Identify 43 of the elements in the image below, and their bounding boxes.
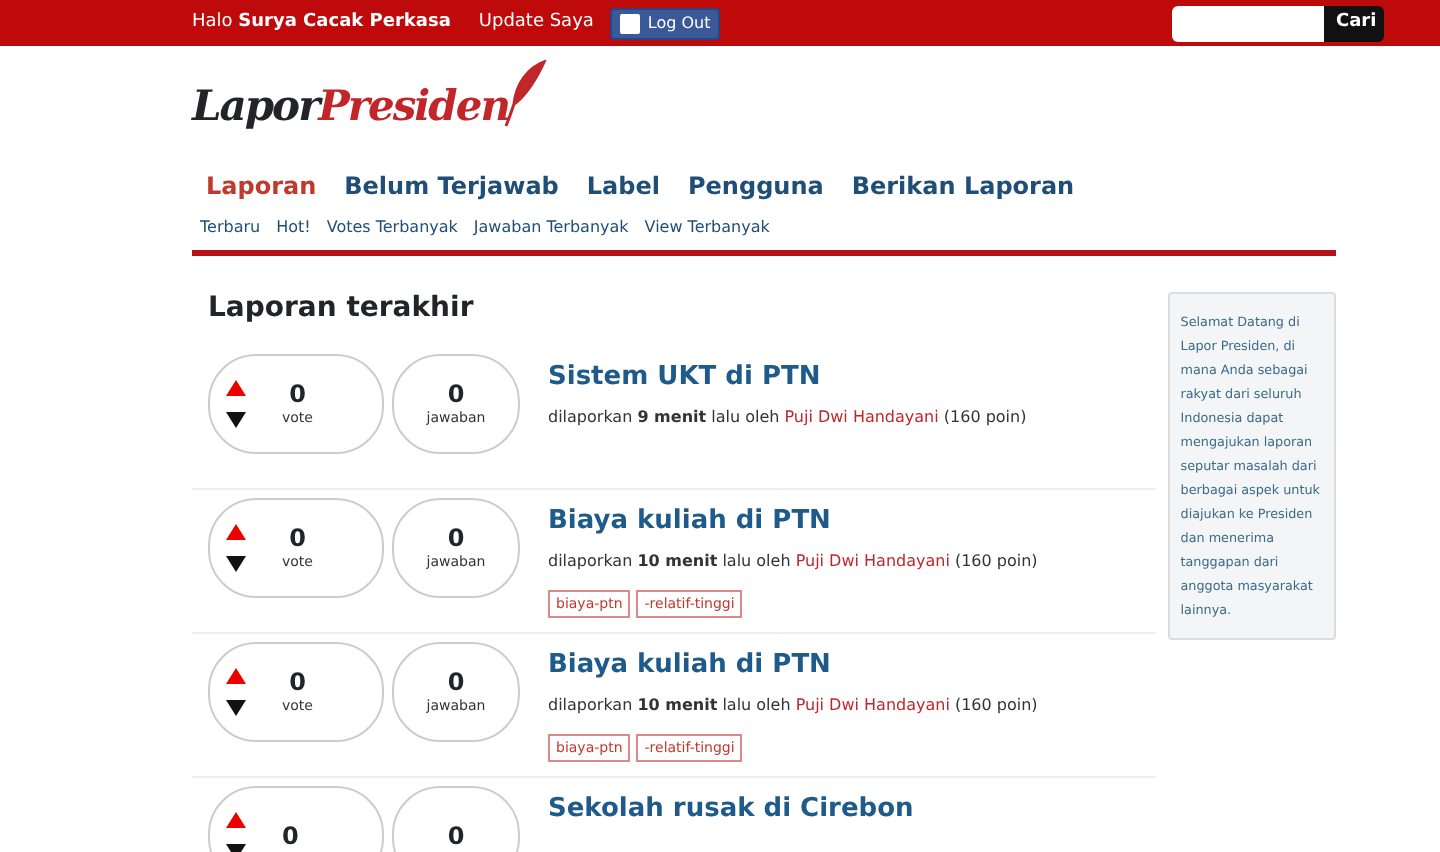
nav-tab[interactable]: Belum Terjawab: [330, 168, 573, 204]
nav-tab[interactable]: Pengguna: [674, 168, 838, 204]
upvote-icon[interactable]: [226, 524, 246, 540]
answer-count: 0: [447, 822, 465, 850]
filter-link[interactable]: Jawaban Terbanyak: [465, 216, 637, 240]
report-title[interactable]: Biaya kuliah di PTN: [548, 502, 1038, 541]
upvote-icon[interactable]: [226, 380, 246, 396]
nav-tab[interactable]: Label: [572, 168, 674, 204]
search-field[interactable]: [1172, 6, 1324, 42]
nav-tab[interactable]: Berikan Laporan: [837, 168, 1089, 204]
upvote-icon[interactable]: [226, 812, 246, 828]
vote-count: 0: [289, 667, 306, 696]
upvote-icon[interactable]: [226, 668, 246, 684]
nav-tab[interactable]: Laporan: [192, 168, 331, 204]
report-title[interactable]: Sistem UKT di PTN: [548, 358, 1027, 397]
filter-link[interactable]: Terbaru: [192, 216, 269, 240]
downvote-icon[interactable]: [226, 412, 246, 428]
answer-count: 0: [447, 523, 465, 552]
author-link[interactable]: Puji Dwi Handayani: [784, 407, 939, 425]
downvote-icon[interactable]: [226, 556, 246, 572]
answer-count: 0: [447, 379, 465, 408]
author-link[interactable]: Puji Dwi Handayani: [795, 695, 950, 713]
filter-link[interactable]: Votes Terbanyak: [318, 216, 466, 240]
search-button[interactable]: Cari: [1324, 6, 1384, 42]
report-meta: dilaporkan 9 menit lalu oleh Puji Dwi Handayani (160 poin): [548, 405, 1027, 429]
filter-link[interactable]: Hot!: [268, 216, 319, 240]
logo-text: LaporPresiden: [192, 77, 509, 133]
report-meta: dilaporkan 10 menit lalu oleh Puji Dwi Handayani (160 poin): [548, 549, 1038, 573]
report-title[interactable]: Biaya kuliah di PTN: [548, 646, 1038, 685]
filter-link[interactable]: View Terbanyak: [636, 216, 778, 240]
logout-button[interactable]: Log Out: [609, 7, 721, 39]
quill-icon: [504, 60, 549, 128]
vote-count: 0: [289, 523, 306, 552]
author-link[interactable]: Puji Dwi Handayani: [795, 551, 950, 569]
vote-count: 0: [282, 822, 299, 850]
vote-count: 0: [289, 379, 306, 408]
section-heading: Laporan terakhir: [208, 290, 476, 328]
report-title[interactable]: Sekolah rusak di Cirebon: [548, 790, 914, 829]
report-meta: dilaporkan 10 menit lalu oleh Puji Dwi Handayani (160 poin): [548, 693, 1038, 717]
downvote-icon[interactable]: [226, 700, 246, 716]
update-link[interactable]: Update Saya: [478, 9, 594, 37]
answer-count: 0: [447, 667, 465, 696]
greeting-text: Halo Surya Cacak Perkasa: [192, 9, 451, 36]
